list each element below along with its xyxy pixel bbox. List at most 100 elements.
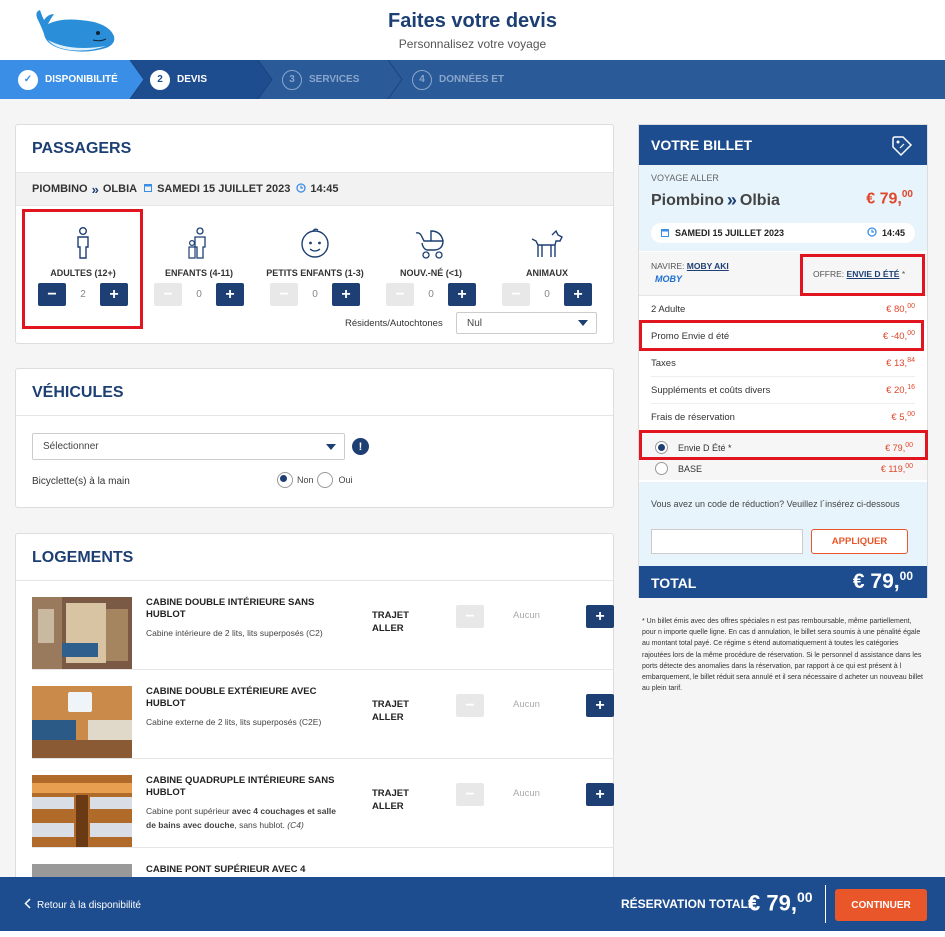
route-from: PIOMBINO <box>32 183 88 195</box>
step-services: 3 SERVICES <box>282 60 359 99</box>
promo-text: Vous avez un code de réduction? Veuillez… <box>651 499 900 509</box>
ship-name-link[interactable]: MOBY AKI <box>687 261 729 271</box>
chevron-left-icon <box>24 898 31 912</box>
continue-button[interactable]: CONTINUER <box>835 889 927 921</box>
route-to: OLBIA <box>102 183 138 195</box>
baby-face-icon <box>260 225 370 259</box>
cabin-minus-button[interactable]: − <box>456 783 484 806</box>
trip-label-line1: TRAJET <box>372 788 409 799</box>
residents-value: Nul <box>467 317 483 329</box>
bicycle-yes-radio[interactable] <box>316 472 333 488</box>
info-icon[interactable]: ! <box>352 438 369 455</box>
cabin-minus-button[interactable]: − <box>456 694 484 717</box>
apply-button[interactable]: APPLIQUER <box>811 529 908 554</box>
newborns-minus-button[interactable]: − <box>386 283 414 306</box>
ticket-trip-block: VOYAGE ALLER Piombino » Olbia € 79,00 SA… <box>639 165 927 251</box>
back-link[interactable]: Retour à la disponibilité <box>24 898 141 912</box>
ticket-price-cents: 00 <box>901 189 913 200</box>
cabin-photo <box>32 775 132 847</box>
promo-line-highlight <box>639 320 924 351</box>
step-disponibilite[interactable]: ✓ DISPONIBILITÉ <box>18 60 118 99</box>
back-label: Retour à la disponibilité <box>37 899 141 911</box>
bicycle-no-radio[interactable] <box>277 472 293 488</box>
page-title: Faites votre devis <box>388 10 557 32</box>
calendar-icon <box>661 228 669 239</box>
footer-total-amount: € 79,00 <box>748 889 813 916</box>
cabin-desc-part: Cabine pont supérieur <box>146 806 233 816</box>
animals-plus-button[interactable]: + <box>564 283 592 306</box>
calendar-icon <box>144 183 153 195</box>
children-count: 0 <box>196 289 202 300</box>
clock-icon <box>867 227 877 239</box>
cabin-photo <box>32 686 132 758</box>
caret-down-icon <box>578 320 588 326</box>
pax-toddlers: PETITS ENFANTS (1-3) − 0 + <box>260 225 370 306</box>
route-date: SAMEDI 15 JUILLET 2023 <box>157 183 291 195</box>
check-icon: ✓ <box>18 69 38 90</box>
price-cents: 84 <box>907 357 915 365</box>
step-devis: 2 DEVIS <box>150 60 207 99</box>
animals-minus-button[interactable]: − <box>502 283 530 306</box>
cabin-plus-button[interactable]: + <box>586 783 614 806</box>
promo-code-input[interactable] <box>651 529 803 554</box>
ticket-date-bar: SAMEDI 15 JUILLET 2023 14:45 <box>651 223 915 243</box>
price-line-label: 2 Adulte <box>651 304 686 315</box>
moby-brand-logo: MOBY <box>655 274 682 284</box>
offer-highlight <box>800 254 925 296</box>
cabin-desc: Cabine intérieure de 2 lits, lits superp… <box>146 628 323 638</box>
cabin-plus-button[interactable]: + <box>586 694 614 717</box>
passengers-title: PASSAGERS <box>32 140 132 157</box>
trip-label-line1: TRAJET <box>372 610 409 621</box>
fare-option-highlight <box>639 430 928 460</box>
step-label: DISPONIBILITÉ <box>45 74 118 85</box>
footer-total-main: € 79, <box>748 890 797 916</box>
price-main: € 119, <box>880 464 906 474</box>
price-line-amount: € 80,00 <box>886 303 915 315</box>
fare-option-label: BASE <box>678 463 703 474</box>
step-label: DEVIS <box>177 74 208 85</box>
vehicle-select-value: Sélectionner <box>43 441 99 452</box>
cabin-row: CABINE QUADRUPLE INTÉRIEURE SANS HUBLOT … <box>32 759 614 848</box>
toddlers-minus-button[interactable]: − <box>270 283 298 306</box>
residents-select[interactable]: Nul <box>456 312 597 334</box>
ticket-total: TOTAL € 79,00 <box>639 566 927 598</box>
bicycle-yes-label: Oui <box>338 475 353 485</box>
newborns-count: 0 <box>428 289 434 300</box>
vehicles-title: VÉHICULES <box>32 384 124 401</box>
trip-label: TRAJET ALLER <box>372 698 409 724</box>
cabin-desc: Cabine pont supérieur avec 4 couchages e… <box>146 804 346 832</box>
trip-label-line1: TRAJET <box>372 699 409 710</box>
child-icon <box>144 225 254 259</box>
vehicle-select[interactable]: Sélectionner <box>32 433 345 460</box>
toddlers-plus-button[interactable]: + <box>332 283 360 306</box>
clock-icon <box>296 182 307 196</box>
price-cents: 00 <box>907 411 915 419</box>
price-line-amount: € 5,00 <box>891 411 915 423</box>
children-plus-button[interactable]: + <box>216 283 244 306</box>
dog-icon <box>492 225 602 259</box>
pax-label: ANIMAUX <box>526 268 568 278</box>
children-minus-button[interactable]: − <box>154 283 182 306</box>
trip-label-line2: ALLER <box>372 801 404 812</box>
ship-label: NAVIRE: <box>651 261 685 271</box>
ticket-price: € 79,00 <box>866 189 913 208</box>
cabin-count: Aucun <box>513 610 540 621</box>
cabin-count: Aucun <box>513 788 540 799</box>
bicycle-label: Bicyclette(s) à la main <box>32 476 130 487</box>
cabin-count: Aucun <box>513 699 540 710</box>
newborns-plus-button[interactable]: + <box>448 283 476 306</box>
cabin-title: CABINE QUADRUPLE INTÉRIEURE SANS HUBLOT <box>146 775 335 798</box>
step-label: SERVICES <box>309 74 360 85</box>
fare-base-radio[interactable] <box>655 462 668 475</box>
cabin-plus-button[interactable]: + <box>586 605 614 628</box>
route-time: 14:45 <box>310 183 339 195</box>
price-line-label: Frais de réservation <box>651 412 735 423</box>
disclaimer-text: * Un billet émis avec des offres spécial… <box>642 618 923 693</box>
fare-option-base[interactable]: BASE <box>655 462 702 475</box>
route-bar: PIOMBINO » OLBIA SAMEDI 15 JUILLET 2023 … <box>16 172 613 206</box>
voyage-label: VOYAGE ALLER <box>651 173 719 183</box>
cabin-minus-button[interactable]: − <box>456 605 484 628</box>
pax-animals: ANIMAUX − 0 + <box>492 225 602 306</box>
vehicles-card: VÉHICULES Sélectionner ! Bicyclette(s) à… <box>15 368 614 508</box>
price-cents: 16 <box>907 384 915 392</box>
